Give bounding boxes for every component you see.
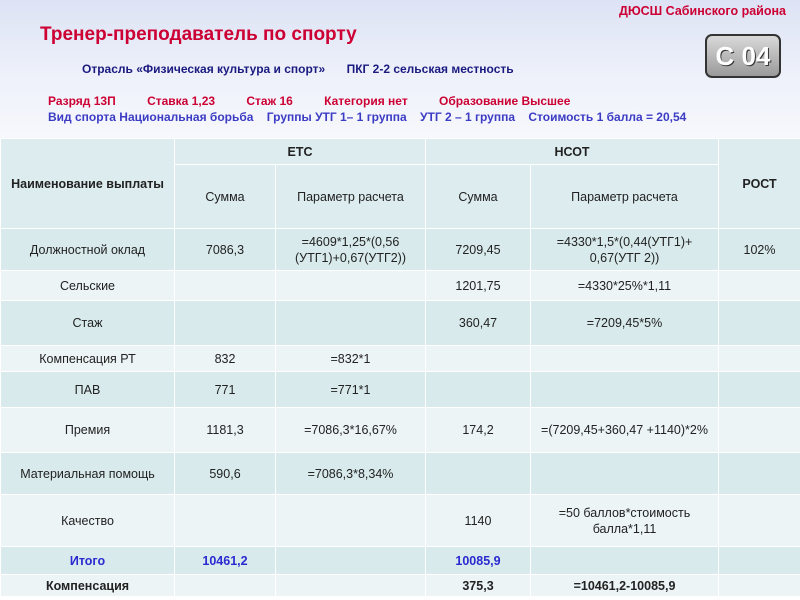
total-nsot-param — [529, 546, 720, 575]
ets-sum: 590,6 — [174, 452, 276, 495]
row-name: Качество — [0, 494, 175, 547]
growth-value — [718, 300, 800, 346]
detail-group2: УТГ 2 – 1 группа — [420, 110, 516, 124]
ets-param: =4609*1,25*(0,56 (УТГ1)+0,67(УТГ2)) — [275, 228, 426, 271]
nsot-param — [529, 371, 720, 408]
growth-value: 102% — [718, 228, 800, 271]
nsot-sum: 1140 — [425, 494, 531, 547]
ets-param: =771*1 — [275, 371, 426, 408]
growth-value — [718, 407, 800, 453]
table-row: ПАВ 771 =771*1 — [0, 371, 800, 408]
row-name: Компенсация РТ — [0, 345, 175, 372]
compensation-nsot-param: =10461,2-10085,9 — [529, 574, 720, 597]
ets-sum: 7086,3 — [174, 228, 276, 271]
header-ets: ЕТС — [174, 138, 426, 165]
table-row: Сельские 1201,75 =4330*25%*1,11 — [0, 270, 800, 301]
nsot-sum: 1201,75 — [425, 270, 531, 301]
header-nsot-sum: Сумма — [425, 164, 531, 229]
detail-point-cost: Стоимость 1 балла = 20,54 — [528, 110, 687, 124]
nsot-param: =(7209,45+360,47 +1140)*2% — [529, 407, 720, 453]
table-row: Компенсация РТ 832 =832*1 — [0, 345, 800, 372]
ets-sum: 832 — [174, 345, 276, 372]
page-title: Тренер-преподаватель по спорту — [40, 24, 357, 45]
nsot-sum: 360,47 — [425, 300, 531, 346]
header-growth: РОСТ — [718, 138, 800, 229]
total-growth — [718, 546, 800, 575]
branch-pkg: ПКГ 2-2 сельская местность — [346, 62, 514, 76]
header-nsot-param: Параметр расчета — [529, 164, 720, 229]
row-name: Сельские — [0, 270, 175, 301]
ets-param — [275, 300, 426, 346]
total-row: Итого 10461,2 10085,9 — [0, 546, 800, 575]
details-line: Вид спорта Национальная борьба Группы УТ… — [48, 110, 696, 124]
compensation-ets-sum — [174, 574, 276, 597]
growth-value — [718, 345, 800, 372]
header-ets-sum: Сумма — [174, 164, 276, 229]
table-row: Стаж 360,47 =7209,45*5% — [0, 300, 800, 346]
code-badge: С 04 — [705, 34, 781, 78]
ets-param — [275, 494, 426, 547]
header-payment-name: Наименование выплаты — [0, 138, 175, 229]
total-nsot-sum: 10085,9 — [425, 546, 531, 575]
table-row: Материальная помощь 590,6 =7086,3*8,34% — [0, 452, 800, 495]
header-nsot: НСОТ — [424, 138, 720, 165]
ets-param: =832*1 — [275, 345, 426, 372]
param-grade: Разряд 13П — [48, 94, 116, 108]
branch-industry: Отрасль «Физическая культура и спорт» — [82, 62, 326, 76]
nsot-param — [529, 452, 720, 495]
row-name: Должностной оклад — [0, 228, 175, 271]
total-label: Итого — [0, 546, 175, 575]
branch-line: Отрасль «Физическая культура и спорт» ПК… — [82, 62, 532, 76]
params-line: Разряд 13П Ставка 1,23 Стаж 16 Категория… — [48, 94, 598, 108]
nsot-param: =4330*1,5*(0,44(УТГ1)+ 0,67(УТГ 2)) — [529, 228, 720, 271]
nsot-param: =7209,45*5% — [529, 300, 720, 346]
compensation-ets-param — [275, 574, 426, 597]
header-ets-param: Параметр расчета — [275, 164, 426, 229]
payments-table: Наименование выплаты ЕТС НСОТ РОСТ Сумма… — [0, 138, 800, 597]
growth-value — [718, 270, 800, 301]
ets-param: =7086,3*16,67% — [275, 407, 426, 453]
param-education: Образование Высшее — [439, 94, 571, 108]
compensation-nsot-sum: 375,3 — [425, 574, 531, 597]
nsot-param: =4330*25%*1,11 — [529, 270, 720, 301]
ets-sum: 771 — [174, 371, 276, 408]
row-name: Премия — [0, 407, 175, 453]
compensation-label: Компенсация — [0, 574, 175, 597]
detail-sport: Вид спорта Национальная борьба — [48, 110, 254, 124]
detail-group1: Группы УТГ 1– 1 группа — [266, 110, 407, 124]
total-ets-param — [275, 546, 426, 575]
header-banner: ДЮСШ Сабинского района Тренер-преподават… — [0, 0, 800, 138]
ets-sum: 1181,3 — [174, 407, 276, 453]
row-name: ПАВ — [0, 371, 175, 408]
compensation-row: Компенсация 375,3 =10461,2-10085,9 — [0, 574, 800, 597]
param-experience: Стаж 16 — [246, 94, 293, 108]
nsot-sum — [425, 452, 531, 495]
total-ets-sum: 10461,2 — [174, 546, 276, 575]
ets-sum — [174, 494, 276, 547]
param-rate: Ставка 1,23 — [147, 94, 216, 108]
nsot-sum: 174,2 — [425, 407, 531, 453]
nsot-param: =50 баллов*стоимость балла*1,11 — [529, 494, 720, 547]
growth-value — [718, 371, 800, 408]
compensation-growth — [718, 574, 800, 597]
nsot-sum — [425, 371, 531, 408]
ets-param — [275, 270, 426, 301]
row-name: Материальная помощь — [0, 452, 175, 495]
param-category: Категория нет — [324, 94, 408, 108]
table-row: Премия 1181,3 =7086,3*16,67% 174,2 =(720… — [0, 407, 800, 453]
nsot-sum — [425, 345, 531, 372]
table-row: Должностной оклад 7086,3 =4609*1,25*(0,5… — [0, 228, 800, 271]
ets-sum — [174, 270, 276, 301]
organization-name: ДЮСШ Сабинского района — [618, 4, 786, 18]
nsot-param — [529, 345, 720, 372]
row-name: Стаж — [0, 300, 175, 346]
ets-sum — [174, 300, 276, 346]
table-row: Качество 1140 =50 баллов*стоимость балла… — [0, 494, 800, 547]
growth-value — [718, 452, 800, 495]
nsot-sum: 7209,45 — [425, 228, 531, 271]
ets-param: =7086,3*8,34% — [275, 452, 426, 495]
growth-value — [718, 494, 800, 547]
